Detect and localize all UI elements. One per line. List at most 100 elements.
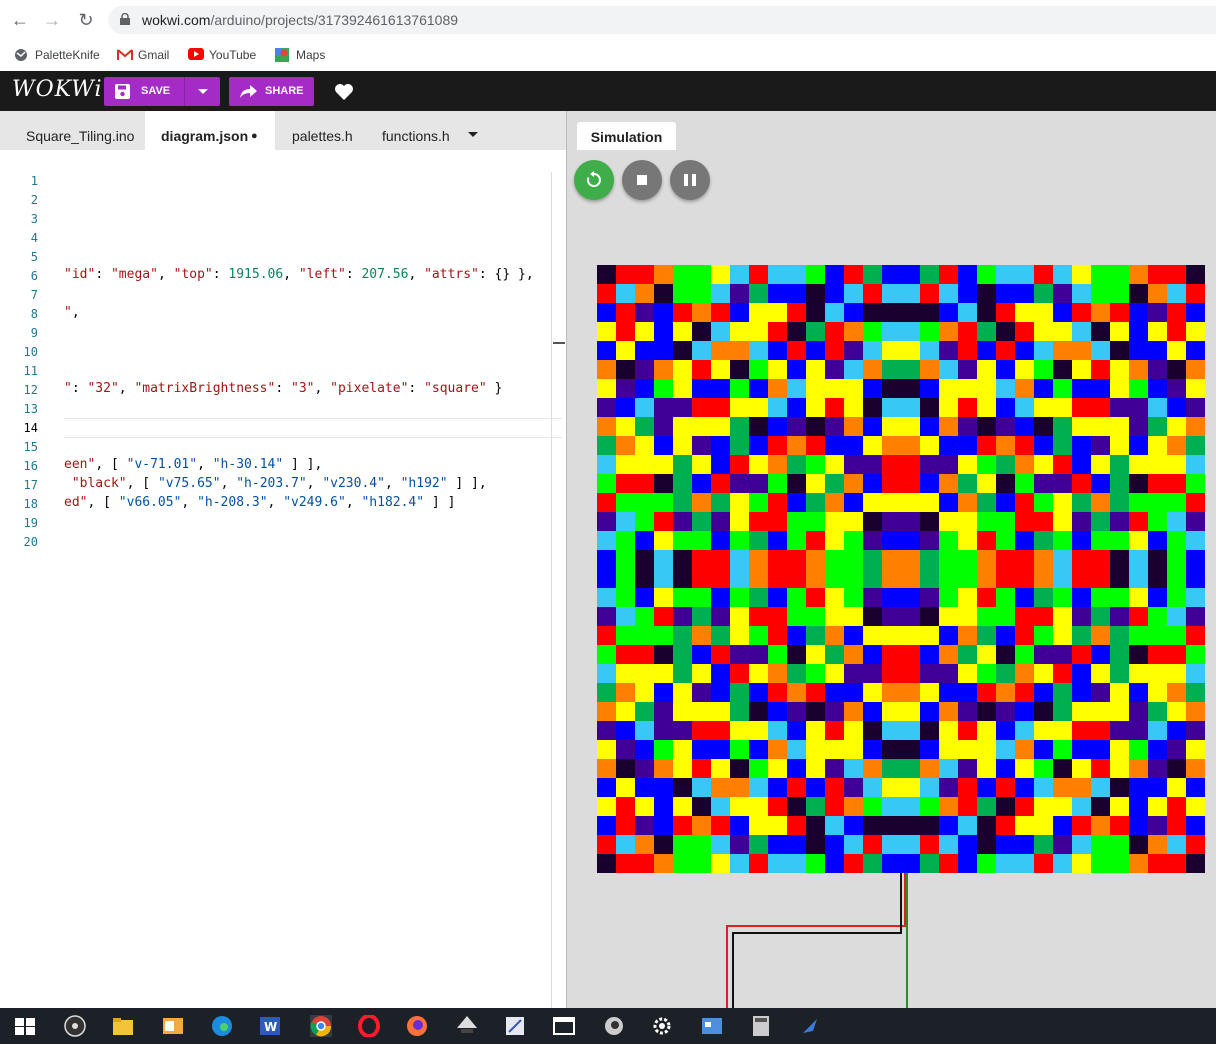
restart-button[interactable] bbox=[574, 160, 614, 200]
led-pixel bbox=[654, 493, 674, 513]
calendar-app-icon[interactable] bbox=[701, 1015, 723, 1037]
led-pixel bbox=[711, 265, 731, 285]
led-pixel bbox=[1091, 683, 1111, 703]
led-matrix-display[interactable] bbox=[597, 265, 1205, 873]
led-pixel bbox=[901, 607, 921, 627]
led-pixel bbox=[844, 474, 864, 494]
led-pixel bbox=[1148, 474, 1168, 494]
eye-app-icon[interactable] bbox=[603, 1015, 625, 1037]
led-pixel bbox=[1091, 854, 1111, 873]
window-icon[interactable] bbox=[553, 1015, 575, 1037]
led-pixel bbox=[977, 322, 997, 342]
led-pixel bbox=[996, 835, 1016, 855]
tabs-overflow-chevron-icon[interactable] bbox=[468, 132, 478, 137]
led-pixel bbox=[1072, 512, 1092, 532]
led-pixel bbox=[1072, 455, 1092, 475]
obs-icon[interactable] bbox=[64, 1015, 86, 1037]
line-number: 3 bbox=[30, 212, 38, 226]
led-pixel bbox=[1034, 303, 1054, 323]
led-pixel bbox=[635, 569, 655, 589]
led-pixel bbox=[635, 664, 655, 684]
share-button[interactable]: SHARE bbox=[229, 77, 314, 106]
tab-square-tiling[interactable]: Square_Tiling.ino bbox=[26, 111, 134, 150]
tools-icon[interactable] bbox=[799, 1015, 821, 1037]
bookmark-maps[interactable]: Maps bbox=[275, 45, 325, 65]
chevron-down-icon[interactable] bbox=[198, 89, 208, 94]
heart-icon[interactable] bbox=[333, 81, 355, 103]
bookmark-label: Gmail bbox=[138, 48, 170, 62]
back-icon[interactable]: ← bbox=[8, 8, 32, 32]
calculator-icon[interactable] bbox=[750, 1015, 772, 1037]
tab-diagram-json[interactable]: diagram.json ● bbox=[145, 111, 275, 150]
led-pixel bbox=[654, 360, 674, 380]
led-pixel bbox=[806, 284, 826, 304]
led-pixel bbox=[1053, 531, 1073, 551]
led-pixel bbox=[1015, 398, 1035, 418]
reload-icon[interactable]: ↻ bbox=[74, 8, 98, 32]
code-editor[interactable]: 1 2 3 4 5 6 7 8 9 10 11 12 13 14 15 16 17 18 19 20 "id": "m… bbox=[0, 150, 566, 1010]
led-pixel bbox=[806, 683, 826, 703]
settings-icon[interactable] bbox=[651, 1015, 673, 1037]
bookmark-youtube[interactable]: YouTube bbox=[188, 45, 256, 65]
edge-icon[interactable] bbox=[211, 1015, 233, 1037]
save-button[interactable]: SAVE bbox=[104, 77, 220, 106]
led-pixel bbox=[844, 512, 864, 532]
led-pixel bbox=[1167, 778, 1187, 798]
led-pixel bbox=[996, 303, 1016, 323]
led-pixel bbox=[920, 569, 940, 589]
led-pixel bbox=[806, 455, 826, 475]
url-input[interactable]: wokwi.com/arduino/projects/3173924616137… bbox=[108, 6, 1216, 34]
led-pixel bbox=[1072, 322, 1092, 342]
inkscape-icon[interactable] bbox=[456, 1015, 478, 1037]
led-pixel bbox=[939, 702, 959, 722]
led-pixel bbox=[844, 835, 864, 855]
bookmark-paletteknife[interactable]: PaletteKnife bbox=[14, 45, 100, 65]
tab-palettes[interactable]: palettes.h bbox=[292, 111, 353, 150]
led-pixel bbox=[1110, 816, 1130, 836]
led-pixel bbox=[901, 835, 921, 855]
pause-button[interactable] bbox=[670, 160, 710, 200]
led-pixel bbox=[787, 721, 807, 741]
led-pixel bbox=[901, 645, 921, 665]
firefox-icon[interactable] bbox=[406, 1015, 428, 1037]
led-pixel bbox=[768, 284, 788, 304]
led-pixel bbox=[1167, 284, 1187, 304]
led-pixel bbox=[996, 721, 1016, 741]
led-pixel bbox=[730, 303, 750, 323]
led-pixel bbox=[996, 322, 1016, 342]
led-pixel bbox=[635, 512, 655, 532]
chrome-icon[interactable] bbox=[310, 1015, 332, 1037]
opera-icon[interactable] bbox=[358, 1015, 380, 1037]
wokwi-logo[interactable]: WOKWi bbox=[12, 77, 103, 102]
tab-simulation[interactable]: Simulation bbox=[577, 122, 676, 150]
led-pixel bbox=[692, 607, 712, 627]
led-pixel bbox=[1167, 474, 1187, 494]
led-pixel bbox=[1091, 284, 1111, 304]
led-pixel bbox=[863, 607, 883, 627]
led-pixel bbox=[749, 607, 769, 627]
led-pixel bbox=[882, 721, 902, 741]
led-pixel bbox=[1129, 645, 1149, 665]
led-pixel bbox=[901, 550, 921, 570]
editor-scrollbar[interactable] bbox=[551, 172, 552, 1010]
led-pixel bbox=[977, 531, 997, 551]
outlook-icon[interactable] bbox=[162, 1015, 184, 1037]
stop-button[interactable] bbox=[622, 160, 662, 200]
led-pixel bbox=[825, 816, 845, 836]
led-pixel bbox=[863, 588, 883, 608]
app-icon[interactable] bbox=[504, 1015, 526, 1037]
led-pixel bbox=[711, 493, 731, 513]
led-pixel bbox=[1148, 721, 1168, 741]
led-pixel bbox=[1015, 379, 1035, 399]
led-pixel bbox=[1091, 455, 1111, 475]
windows-start-icon[interactable] bbox=[14, 1015, 36, 1037]
file-explorer-icon[interactable] bbox=[112, 1015, 134, 1037]
bookmark-gmail[interactable]: Gmail bbox=[117, 45, 169, 65]
led-pixel bbox=[787, 360, 807, 380]
word-icon[interactable]: W bbox=[259, 1015, 281, 1037]
tab-functions[interactable]: functions.h bbox=[382, 111, 450, 150]
led-pixel bbox=[1110, 721, 1130, 741]
led-pixel bbox=[1091, 303, 1111, 323]
forward-icon[interactable]: → bbox=[40, 8, 64, 32]
led-pixel bbox=[863, 778, 883, 798]
